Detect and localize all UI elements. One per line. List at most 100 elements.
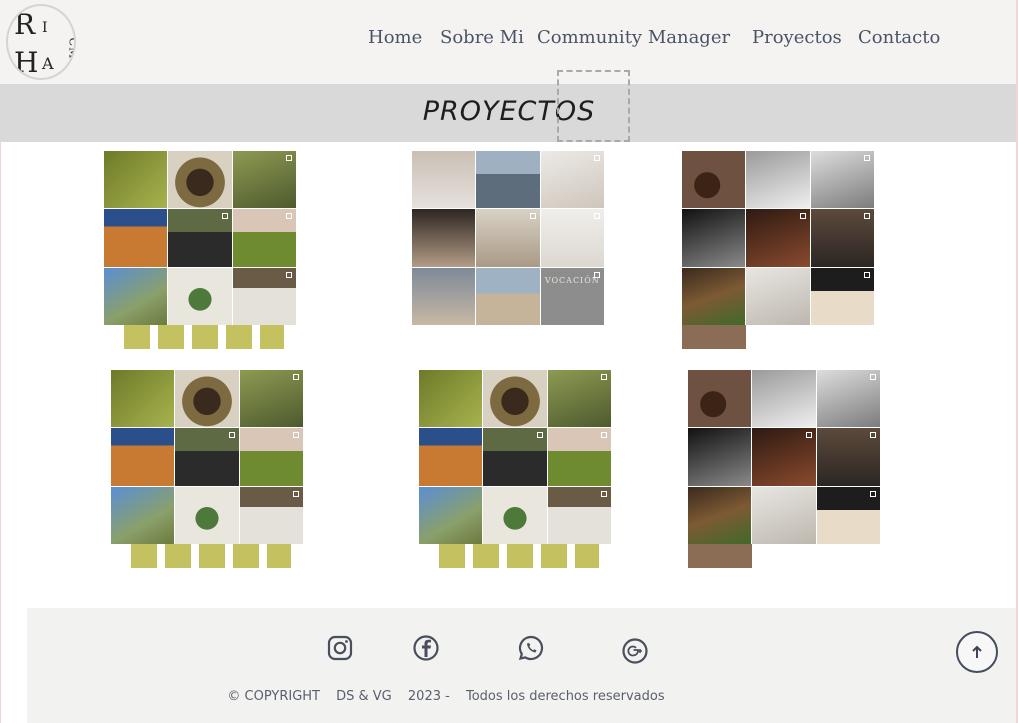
mosaic-image: [168, 151, 232, 209]
facebook-icon[interactable]: [412, 634, 440, 662]
mosaic-image: [682, 209, 746, 267]
multi-image-icon: [869, 490, 876, 497]
mosaic-image: [816, 486, 880, 544]
mosaic-image: [540, 209, 604, 267]
nav-proyectos[interactable]: Proyectos: [752, 27, 842, 53]
mosaic-image: [540, 151, 604, 209]
multi-image-icon: [869, 374, 876, 380]
mosaic-image: [682, 267, 746, 325]
mosaic-image: [232, 151, 296, 209]
mosaic-image: [175, 428, 239, 486]
project-thumbnail[interactable]: [111, 370, 303, 568]
page-banner: PROYECTOS: [0, 84, 1018, 142]
site-footer: [27, 608, 1018, 723]
multi-image-icon: [600, 432, 607, 439]
mosaic-image: [111, 486, 175, 544]
project-thumbnail[interactable]: VOCACIÓN: [412, 151, 604, 349]
mosaic-image: [175, 370, 239, 428]
mosaic-image: [476, 267, 540, 325]
google-plus-icon[interactable]: [621, 637, 649, 665]
mosaic-image: [746, 267, 810, 325]
logo-letter: A: [42, 54, 54, 73]
multi-image-icon: [869, 432, 876, 439]
project-mosaic: [104, 151, 296, 325]
nav-sobre-mi[interactable]: Sobre Mi: [440, 27, 524, 53]
mosaic-image: [111, 428, 175, 486]
mosaic-image: [131, 544, 291, 568]
mosaic-image: [746, 209, 810, 267]
mosaic-image: [483, 428, 547, 486]
copyright-label: © COPYRIGHT: [227, 689, 320, 704]
mosaic-image: [104, 151, 168, 209]
mosaic-image: [810, 209, 874, 267]
multi-image-icon: [593, 213, 600, 220]
multi-image-icon: [600, 374, 607, 380]
mosaic-image: [752, 370, 816, 428]
multi-image-icon: [593, 155, 600, 161]
project-thumbnail[interactable]: [419, 370, 611, 568]
project-thumbnail[interactable]: [688, 370, 880, 568]
mosaic-caption: VOCACIÓN: [544, 275, 600, 285]
mosaic-image: [168, 209, 232, 267]
nav-home[interactable]: Home: [368, 27, 422, 53]
mosaic-image: [547, 428, 611, 486]
mosaic-image: [547, 370, 611, 428]
multi-image-icon: [600, 490, 607, 497]
multi-image-icon: [221, 213, 228, 220]
nav-community-manager[interactable]: Community Manager: [537, 27, 730, 53]
multi-image-icon: [292, 490, 299, 497]
mosaic-image: [476, 151, 540, 209]
multi-image-icon: [285, 213, 292, 220]
mosaic-image: [412, 209, 476, 267]
copyright-rights: Todos los derechos reservados: [465, 689, 665, 704]
project-thumbnail[interactable]: [104, 151, 296, 349]
mosaic-image: [111, 370, 175, 428]
mosaic-image: [483, 486, 547, 544]
project-thumbnail[interactable]: [682, 151, 874, 349]
multi-image-icon: [805, 432, 812, 439]
project-mosaic: [688, 370, 880, 544]
mosaic-image: [752, 486, 816, 544]
nav-contacto[interactable]: Contacto: [858, 27, 940, 53]
mosaic-image: [688, 486, 752, 544]
project-mosaic: [419, 370, 611, 544]
site-header: R I H A CM Home Sobre Mi Community Manag…: [0, 0, 1018, 84]
project-mosaic: [682, 151, 874, 325]
multi-image-icon: [863, 213, 870, 220]
instagram-icon[interactable]: [326, 634, 354, 662]
logo[interactable]: R I H A CM: [6, 4, 76, 80]
mosaic-image: [239, 428, 303, 486]
mosaic-image: VOCACIÓN: [540, 267, 604, 325]
copyright-text: © COPYRIGHT DS & VG 2023 - Todos los der…: [0, 689, 892, 704]
mosaic-image: [547, 486, 611, 544]
multi-image-icon: [292, 432, 299, 439]
mosaic-image: [232, 267, 296, 325]
multi-image-icon: [228, 432, 235, 439]
mosaic-image: [746, 151, 810, 209]
logo-letter: I: [42, 20, 48, 36]
back-to-top-button[interactable]: [956, 631, 998, 673]
multi-image-icon: [863, 271, 870, 278]
page-title: PROYECTOS: [422, 96, 596, 127]
multi-image-icon: [799, 213, 806, 220]
project-mosaic: VOCACIÓN: [412, 151, 604, 325]
mosaic-image: [419, 428, 483, 486]
mosaic-image: [439, 544, 599, 568]
mosaic-image: [476, 209, 540, 267]
mosaic-image: [810, 267, 874, 325]
mosaic-image: [816, 428, 880, 486]
project-mosaic: [111, 370, 303, 544]
arrow-up-icon: [972, 645, 982, 658]
mosaic-image: [688, 544, 752, 568]
copyright-year: 2023 -: [407, 689, 450, 704]
multi-image-icon: [285, 271, 292, 278]
mosaic-image: [682, 151, 746, 209]
whatsapp-icon[interactable]: [517, 634, 545, 662]
logo-letter: H: [14, 46, 39, 79]
multi-image-icon: [292, 374, 299, 380]
mosaic-image: [232, 209, 296, 267]
mosaic-image: [104, 267, 168, 325]
mosaic-image: [752, 428, 816, 486]
mosaic-image: [239, 486, 303, 544]
mosaic-image: [239, 370, 303, 428]
